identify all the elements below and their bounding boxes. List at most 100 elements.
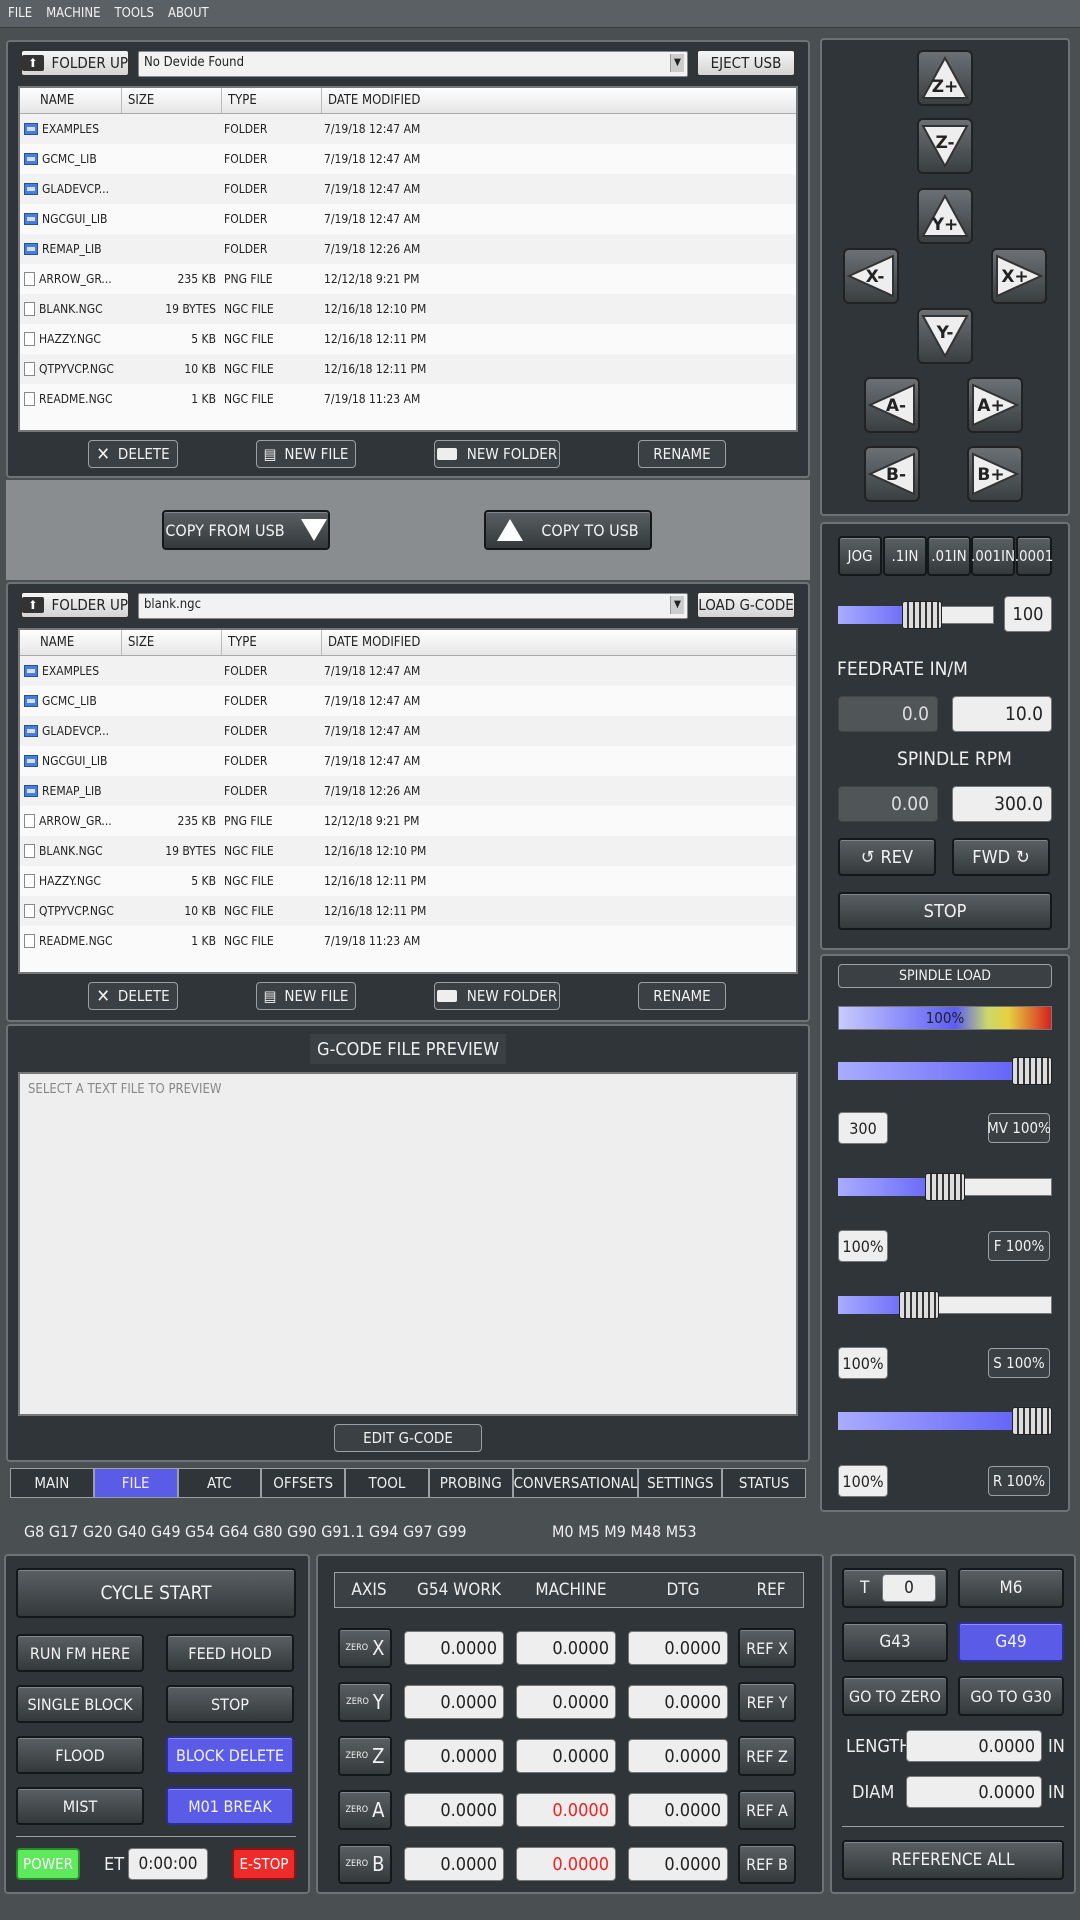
- usb-device-select[interactable]: No Devide Found ▼: [138, 51, 688, 77]
- load-gcode-button[interactable]: LOAD G-CODE: [696, 591, 796, 619]
- col-date[interactable]: DATE MODIFIED: [322, 630, 522, 655]
- menu-file[interactable]: FILE: [0, 0, 38, 21]
- file-row[interactable]: README.NGC 1 KB NGC FILE 7/19/18 11:23 AM: [20, 926, 796, 956]
- file-row[interactable]: ARROW_GR... 235 KB PNG FILE 12/12/18 9:21 P…: [20, 806, 796, 836]
- rapid-override-slider[interactable]: [838, 1407, 1052, 1435]
- file-row[interactable]: NGCGUI_LIB FOLDER 7/19/18 12:47 AM: [20, 204, 796, 234]
- usb-delete-button[interactable]: ✕ DELETE: [88, 440, 178, 468]
- tool-number-input[interactable]: 0: [882, 1574, 936, 1602]
- spindle-fwd-button[interactable]: FWD ↻: [952, 838, 1050, 876]
- m6-button[interactable]: M6: [958, 1568, 1064, 1608]
- file-row[interactable]: GLADEVCP... FOLDER 7/19/18 12:47 AM: [20, 716, 796, 746]
- zero-x-button[interactable]: ZERO X: [338, 1628, 392, 1668]
- go-to-zero-button[interactable]: GO TO ZERO: [842, 1676, 948, 1716]
- spindle-stop-button[interactable]: STOP: [838, 892, 1052, 930]
- local-rename-button[interactable]: RENAME: [638, 982, 726, 1010]
- col-name[interactable]: NAME: [20, 88, 122, 113]
- jog-rate-value[interactable]: 100: [1004, 596, 1052, 632]
- rapid-override-handle[interactable]: [1012, 1407, 1052, 1435]
- eject-usb-button[interactable]: EJECT USB: [696, 49, 796, 77]
- usb-folder-up-button[interactable]: ⬆ FOLDER UP: [20, 49, 130, 77]
- file-row[interactable]: REMAP_LIB FOLDER 7/19/18 12:26 AM: [20, 234, 796, 264]
- tab-probing[interactable]: PROBING: [428, 1468, 513, 1498]
- copy-from-usb-button[interactable]: COPY FROM USB: [162, 510, 330, 550]
- file-row[interactable]: NGCGUI_LIB FOLDER 7/19/18 12:47 AM: [20, 746, 796, 776]
- run-from-here-button[interactable]: RUN FM HERE: [16, 1634, 144, 1672]
- go-to-g30-button[interactable]: GO TO G30: [958, 1676, 1064, 1716]
- file-row[interactable]: BLANK.NGC 19 BYTES NGC FILE 12/16/18 12:10 …: [20, 294, 796, 324]
- spindle-rev-button[interactable]: ↺ REV: [838, 838, 936, 876]
- file-row[interactable]: QTPYVCP.NGC 10 KB NGC FILE 12/16/18 12:11 P…: [20, 896, 796, 926]
- file-row[interactable]: EXAMPLES FOLDER 7/19/18 12:47 AM: [20, 656, 796, 686]
- file-row[interactable]: EXAMPLES FOLDER 7/19/18 12:47 AM: [20, 114, 796, 144]
- max-velocity-handle[interactable]: [1012, 1057, 1052, 1085]
- file-row[interactable]: QTPYVCP.NGC 10 KB NGC FILE 12/16/18 12:11 P…: [20, 354, 796, 384]
- local-delete-button[interactable]: ✕ DELETE: [88, 982, 178, 1010]
- jog-increment-0[interactable]: JOG: [838, 536, 882, 576]
- jog-increment-3[interactable]: .001IN: [971, 536, 1015, 576]
- power-button[interactable]: POWER: [16, 1848, 80, 1880]
- copy-to-usb-button[interactable]: COPY TO USB: [484, 510, 652, 550]
- file-row[interactable]: HAZZY.NGC 5 KB NGC FILE 12/16/18 12:11 PM: [20, 324, 796, 354]
- file-row[interactable]: GCMC_LIB FOLDER 7/19/18 12:47 AM: [20, 686, 796, 716]
- spindle-override-reset-button[interactable]: S 100%: [988, 1348, 1050, 1378]
- jog-a-plus-button[interactable]: A+: [967, 377, 1023, 433]
- usb-rename-button[interactable]: RENAME: [638, 440, 726, 468]
- cycle-start-button[interactable]: CYCLE START: [16, 1568, 296, 1618]
- flood-button[interactable]: FLOOD: [16, 1736, 144, 1774]
- tab-status[interactable]: STATUS: [722, 1468, 806, 1498]
- spindle-override-handle[interactable]: [899, 1291, 939, 1319]
- g49-button[interactable]: G49: [958, 1622, 1064, 1662]
- menu-about[interactable]: ABOUT: [160, 0, 215, 21]
- max-velocity-slider[interactable]: [838, 1057, 1052, 1085]
- file-row[interactable]: REMAP_LIB FOLDER 7/19/18 12:26 AM: [20, 776, 796, 806]
- file-row[interactable]: GLADEVCP... FOLDER 7/19/18 12:47 AM: [20, 174, 796, 204]
- local-new-folder-button[interactable]: NEW FOLDER: [434, 982, 560, 1010]
- file-row[interactable]: BLANK.NGC 19 BYTES NGC FILE 12/16/18 12:10 …: [20, 836, 796, 866]
- feedrate-set[interactable]: 10.0: [952, 696, 1052, 732]
- zero-b-button[interactable]: ZERO B: [338, 1844, 392, 1884]
- zero-z-button[interactable]: ZERO Z: [338, 1736, 392, 1776]
- spindle-rpm-set[interactable]: 300.0: [952, 786, 1052, 822]
- local-file-select[interactable]: blank.ngc ▼: [138, 593, 688, 619]
- mist-button[interactable]: MIST: [16, 1787, 144, 1825]
- col-name[interactable]: NAME: [20, 630, 122, 655]
- feed-override-reset-button[interactable]: F 100%: [988, 1231, 1050, 1261]
- ref-b-button[interactable]: REF B: [738, 1844, 796, 1884]
- col-type[interactable]: TYPE: [222, 88, 322, 113]
- tab-file[interactable]: FILE: [93, 1468, 178, 1498]
- jog-x-plus-button[interactable]: X+: [991, 248, 1047, 304]
- jog-rate-handle[interactable]: [902, 601, 942, 629]
- local-file-browser[interactable]: NAME SIZE TYPE DATE MODIFIED EXAMPLES FOLDER…: [18, 628, 798, 974]
- ref-a-button[interactable]: REF A: [738, 1790, 796, 1830]
- jog-increment-2[interactable]: .01IN: [927, 536, 971, 576]
- block-delete-button[interactable]: BLOCK DELETE: [166, 1736, 294, 1774]
- max-velocity-reset-button[interactable]: MV 100%: [987, 1113, 1051, 1143]
- feed-override-slider[interactable]: [838, 1173, 1052, 1201]
- jog-a-minus-button[interactable]: A-: [864, 377, 920, 433]
- file-row[interactable]: README.NGC 1 KB NGC FILE 7/19/18 11:23 AM: [20, 384, 796, 414]
- edit-gcode-button[interactable]: EDIT G-CODE: [334, 1424, 482, 1452]
- usb-new-file-button[interactable]: ▤ NEW FILE: [256, 440, 356, 468]
- ref-y-button[interactable]: REF Y: [738, 1682, 796, 1722]
- jog-rate-slider[interactable]: [838, 601, 994, 629]
- jog-y-plus-button[interactable]: Y+: [917, 188, 973, 244]
- local-folder-up-button[interactable]: ⬆ FOLDER UP: [20, 591, 130, 619]
- feed-hold-button[interactable]: FEED HOLD: [166, 1634, 294, 1672]
- usb-file-browser[interactable]: NAME SIZE TYPE DATE MODIFIED EXAMPLES FOLDER…: [18, 86, 798, 432]
- col-size[interactable]: SIZE: [122, 630, 222, 655]
- estop-button[interactable]: E-STOP: [232, 1848, 296, 1880]
- spindle-override-slider[interactable]: [838, 1291, 1052, 1319]
- jog-b-plus-button[interactable]: B+: [967, 446, 1023, 502]
- m01-break-button[interactable]: M01 BREAK: [166, 1787, 294, 1825]
- jog-b-minus-button[interactable]: B-: [864, 446, 920, 502]
- col-type[interactable]: TYPE: [222, 630, 322, 655]
- tab-conversational[interactable]: CONVERSATIONAL: [512, 1468, 639, 1498]
- menu-tools[interactable]: TOOLS: [107, 0, 161, 21]
- tab-main[interactable]: MAIN: [10, 1468, 94, 1498]
- tab-atc[interactable]: ATC: [177, 1468, 262, 1498]
- file-row[interactable]: HAZZY.NGC 5 KB NGC FILE 12/16/18 12:11 PM: [20, 866, 796, 896]
- tab-settings[interactable]: SETTINGS: [638, 1468, 723, 1498]
- col-size[interactable]: SIZE: [122, 88, 222, 113]
- ref-x-button[interactable]: REF X: [738, 1628, 796, 1668]
